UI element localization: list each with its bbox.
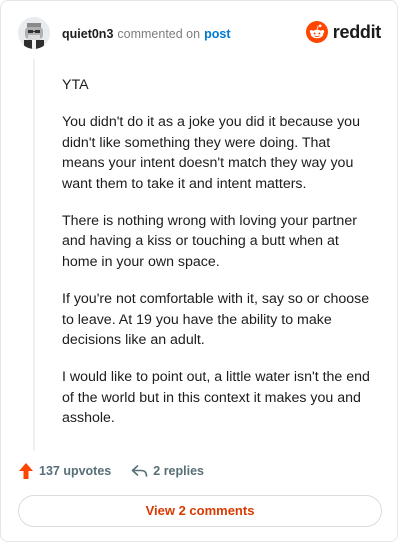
post-link[interactable]: post <box>204 27 230 41</box>
comment-meta: quiet0n3 commented on post <box>62 27 230 41</box>
upvote-count: 137 upvotes <box>39 464 112 478</box>
action-text: commented on <box>117 27 201 41</box>
comment-body: YTA You didn't do it as a joke you did i… <box>62 75 374 446</box>
comment-card: quiet0n3 commented on post reddit YTA You … <box>0 0 398 542</box>
reddit-brand[interactable]: reddit <box>305 21 382 43</box>
upvote-button[interactable]: 137 upvotes <box>18 462 111 480</box>
reply-button[interactable]: 2 replies <box>131 464 204 478</box>
comment-paragraph: If you're not comfortable with it, say s… <box>62 291 370 349</box>
reddit-logo-icon <box>305 21 328 43</box>
comment-paragraph: YTA <box>62 77 89 93</box>
brand-wordmark: reddit <box>332 21 382 42</box>
comment-actions: 137 upvotes 2 replies <box>18 462 204 480</box>
avatar-icon[interactable] <box>18 17 50 49</box>
comment-paragraph: I would like to point out, a little wate… <box>62 369 370 427</box>
upvote-arrow-icon <box>19 463 33 479</box>
comment-paragraph: You didn't do it as a joke you did it be… <box>62 114 360 192</box>
reply-count: 2 replies <box>153 464 204 478</box>
reply-arrow-icon <box>131 465 148 477</box>
username-link[interactable]: quiet0n3 <box>62 27 113 41</box>
thread-line[interactable] <box>33 59 35 451</box>
comment-paragraph: There is nothing wrong with loving your … <box>62 213 357 270</box>
comment-header: quiet0n3 commented on post reddit <box>1 1 397 67</box>
view-comments-button[interactable]: View 2 comments <box>18 495 382 527</box>
